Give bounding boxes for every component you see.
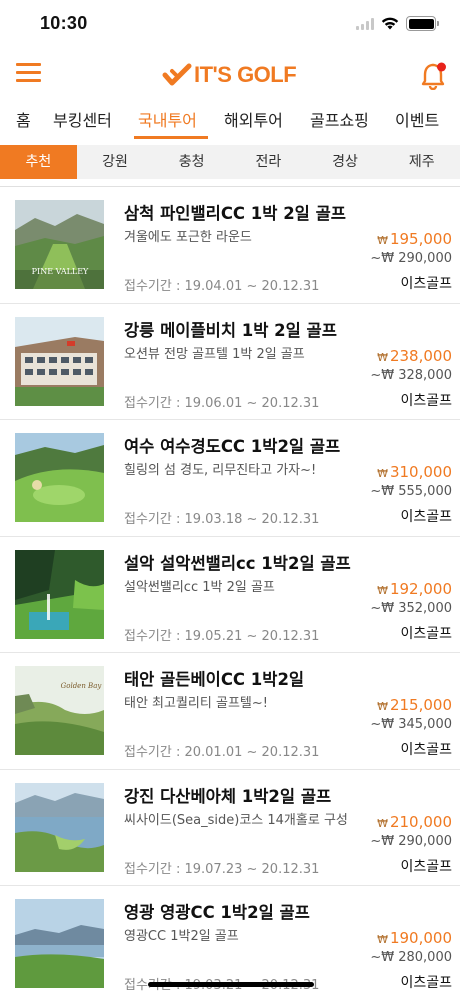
- product-price: ₩215,000: [377, 696, 452, 714]
- product-thumbnail: [15, 782, 104, 872]
- product-price: ₩190,000: [377, 929, 452, 947]
- currency-symbol: ₩: [377, 816, 388, 830]
- product-list: PINE VALLEY 삼척 파인밸리CC 1박 2일 골프 겨울에도 포근한 …: [0, 186, 460, 996]
- product-subtitle: 오션뷰 전망 골프텔 1박 2일 골프: [124, 346, 305, 362]
- currency-symbol: ₩: [377, 234, 388, 247]
- product-subtitle: 씨사이드(Sea_side)코스 14개홀로 구성: [124, 812, 348, 828]
- price-value: 195,000: [389, 230, 452, 248]
- logo[interactable]: IT'S GOLF: [162, 60, 297, 90]
- price-value: 238,000: [389, 346, 452, 365]
- currency-symbol: ₩: [377, 583, 388, 597]
- tab-event[interactable]: 이벤트: [395, 107, 439, 131]
- product-price: ₩210,000: [377, 813, 452, 831]
- product-item[interactable]: 영광 영광CC 1박2일 골프 영광CC 1박2일 골프 ₩190,000 ~₩…: [0, 885, 460, 996]
- active-tab-indicator: [134, 136, 208, 139]
- product-period: 접수기간 : 19.07.23 ~ 20.12.31: [124, 861, 320, 877]
- battery-icon: [406, 16, 439, 31]
- region-tab-gyeongsang[interactable]: 경상: [307, 145, 384, 179]
- product-vendor: 이츠골프: [400, 742, 452, 758]
- price-value: 210,000: [389, 812, 452, 831]
- product-period: 접수기간 : 19.04.01 ~ 20.12.31: [124, 279, 320, 294]
- tab-overseas-tour[interactable]: 해외투어: [224, 107, 283, 131]
- product-title: 강릉 메이플비치 1박 2일 골프: [124, 320, 337, 340]
- region-tab-jeolla[interactable]: 전라: [230, 145, 307, 179]
- product-subtitle: 설악썬밸리cc 1박 2일 골프: [124, 579, 275, 595]
- product-title: 삼척 파인밸리CC 1박 2일 골프: [124, 204, 346, 223]
- logo-text: IT'S GOLF: [194, 62, 297, 87]
- product-period: 접수기간 : 20.01.01 ~ 20.12.31: [124, 745, 320, 760]
- product-period: 접수기간 : 19.05.21 ~ 20.12.31: [124, 628, 320, 644]
- wifi-icon: [381, 17, 399, 30]
- product-subtitle: 겨울에도 포근한 라운드: [124, 230, 252, 245]
- product-item[interactable]: 여수 여수경도CC 1박2일 골프 힐링의 섬 경도, 리무진타고 가자~! ₩…: [0, 419, 460, 536]
- product-price: ₩192,000: [377, 580, 452, 598]
- product-item[interactable]: PINE VALLEY 삼척 파인밸리CC 1박 2일 골프 겨울에도 포근한 …: [0, 186, 460, 303]
- product-subtitle: 태안 최고퀄리티 골프텔~!: [124, 696, 268, 711]
- product-title: 강진 다산베아체 1박2일 골프: [124, 786, 332, 806]
- currency-symbol: ₩: [377, 467, 388, 480]
- thumb-caption: Golden Bay: [61, 682, 103, 690]
- cellular-signal-icon: [356, 18, 374, 30]
- product-original-price: ~₩ 352,000: [370, 600, 452, 616]
- region-tab-bar: 추천 강원 충청 전라 경상 제주: [0, 145, 460, 179]
- product-vendor: 이츠골프: [400, 392, 452, 409]
- product-vendor: 이츠골프: [400, 975, 452, 991]
- price-value: 190,000: [389, 929, 452, 947]
- product-original-price: ~₩ 280,000: [370, 950, 452, 965]
- tab-home[interactable]: 홈: [16, 107, 31, 131]
- product-subtitle: 영광CC 1박2일 골프: [124, 929, 239, 944]
- product-price: ₩195,000: [377, 230, 452, 248]
- tab-golf-shopping[interactable]: 골프쇼핑: [310, 107, 369, 131]
- product-original-price: ~₩ 555,000: [370, 484, 452, 499]
- product-vendor: 이츠골프: [400, 509, 452, 525]
- logo-mark-icon: [162, 63, 192, 86]
- product-title: 설악 설악썬밸리cc 1박2일 골프: [124, 553, 351, 573]
- product-item[interactable]: 강릉 메이플비치 1박 2일 골프 오션뷰 전망 골프텔 1박 2일 골프 ₩2…: [0, 302, 460, 420]
- product-thumbnail: Golden Bay: [15, 666, 104, 755]
- status-time: 10:30: [40, 13, 88, 33]
- product-original-price: ~₩ 328,000: [370, 367, 452, 383]
- status-bar: 10:30: [0, 0, 460, 50]
- product-thumbnail: PINE VALLEY: [15, 200, 104, 289]
- home-indicator[interactable]: [148, 982, 314, 987]
- region-tab-jeju[interactable]: 제주: [383, 145, 460, 179]
- product-item[interactable]: 강진 다산베아체 1박2일 골프 씨사이드(Sea_side)코스 14개홀로 …: [0, 768, 460, 886]
- product-item[interactable]: 설악 설악썬밸리cc 1박2일 골프 설악썬밸리cc 1박 2일 골프 ₩192…: [0, 535, 460, 653]
- price-value: 215,000: [389, 696, 452, 714]
- main-tab-bar: 홈 부킹센터 국내투어 해외투어 골프쇼핑 이벤트: [0, 100, 460, 140]
- price-value: 192,000: [389, 579, 452, 598]
- product-thumbnail: [15, 549, 104, 639]
- currency-symbol: ₩: [377, 350, 388, 364]
- product-thumbnail: [15, 433, 104, 522]
- menu-icon[interactable]: [16, 63, 41, 83]
- thumb-caption: PINE VALLEY: [32, 267, 89, 276]
- product-vendor: 이츠골프: [400, 625, 452, 642]
- product-original-price: ~₩ 290,000: [370, 833, 452, 849]
- product-price: ₩310,000: [377, 463, 452, 481]
- product-title: 여수 여수경도CC 1박2일 골프: [124, 437, 341, 456]
- product-title: 태안 골든베이CC 1박2일: [124, 670, 305, 689]
- product-period: 접수기간 : 19.03.18 ~ 20.12.31: [124, 512, 320, 527]
- product-price: ₩238,000: [377, 347, 452, 365]
- app-header: IT'S GOLF: [0, 50, 460, 100]
- region-tab-chungcheong[interactable]: 충청: [153, 145, 230, 179]
- tab-domestic-tour[interactable]: 국내투어: [138, 107, 197, 131]
- region-tab-recommended[interactable]: 추천: [0, 145, 77, 179]
- product-title: 영광 영광CC 1박2일 골프: [124, 903, 310, 922]
- product-item[interactable]: Golden Bay 태안 골든베이CC 1박2일 태안 최고퀄리티 골프텔~!…: [0, 652, 460, 769]
- product-original-price: ~₩ 345,000: [370, 717, 452, 732]
- product-vendor: 이츠골프: [400, 858, 452, 875]
- currency-symbol: ₩: [377, 700, 388, 713]
- product-period: 접수기간 : 19.06.01 ~ 20.12.31: [124, 395, 320, 411]
- product-thumbnail: [15, 316, 104, 406]
- tab-booking-center[interactable]: 부킹센터: [53, 107, 112, 131]
- price-value: 310,000: [389, 463, 452, 481]
- region-tab-gangwon[interactable]: 강원: [77, 145, 154, 179]
- product-vendor: 이츠골프: [400, 276, 452, 292]
- product-original-price: ~₩ 290,000: [370, 251, 452, 266]
- product-subtitle: 힐링의 섬 경도, 리무진타고 가자~!: [124, 463, 317, 478]
- notification-bell-icon[interactable]: [420, 60, 448, 90]
- product-thumbnail: [15, 899, 104, 988]
- currency-symbol: ₩: [377, 933, 388, 946]
